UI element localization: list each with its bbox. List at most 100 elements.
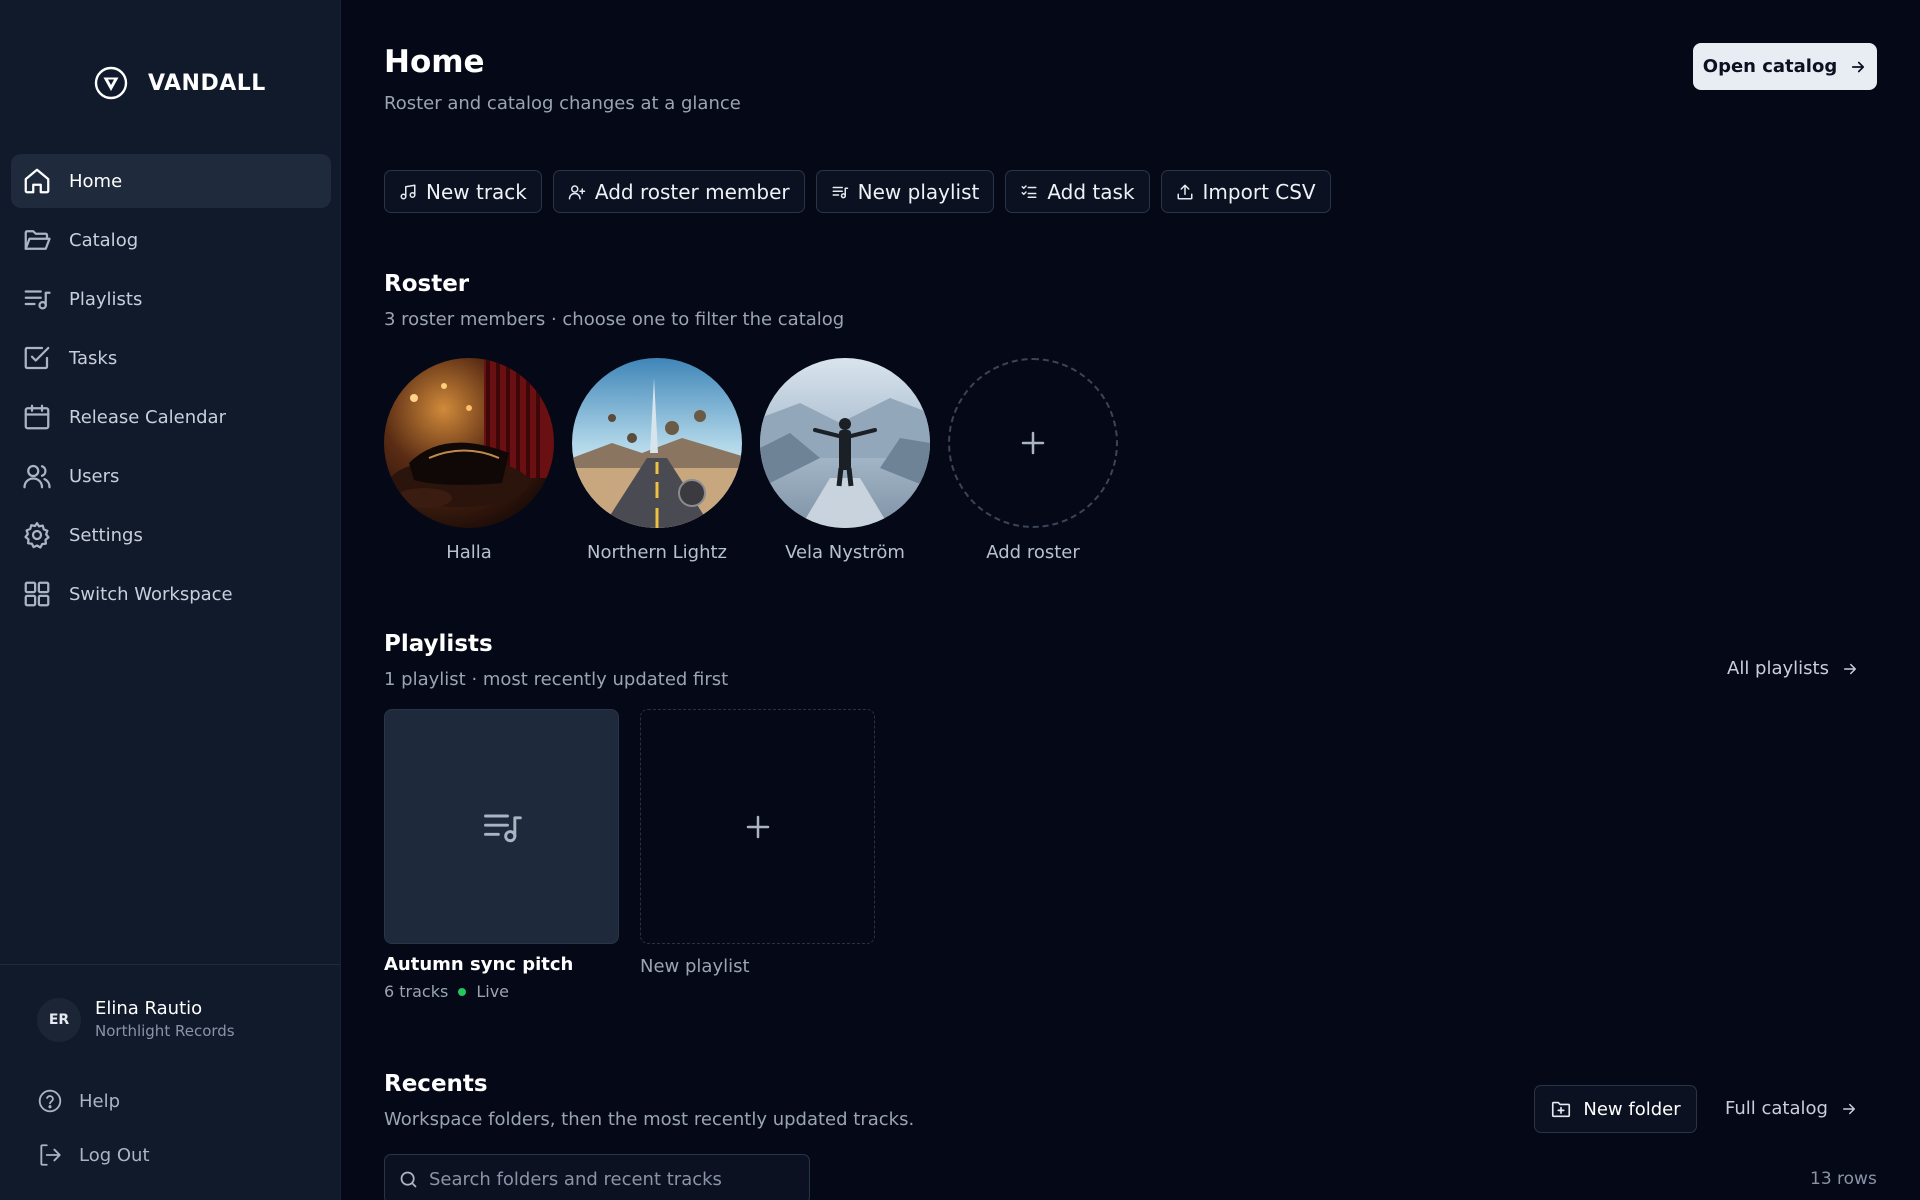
playlist-add-icon — [832, 186, 848, 198]
playlist-icon — [483, 814, 522, 842]
photo-mountain-figure — [760, 358, 930, 528]
sidebar-item-release-calendar[interactable]: Release Calendar — [11, 390, 331, 444]
upload-icon — [1177, 184, 1193, 199]
add-roster-label: Add roster — [986, 542, 1080, 563]
full-catalog-link[interactable]: Full catalog — [1725, 1098, 1858, 1119]
quick-actions: New track Add roster member New playlist… — [384, 170, 1331, 213]
arrow-right-icon — [1842, 1103, 1855, 1114]
new-track-label: New track — [426, 179, 527, 204]
sidebar: VANDALL Home Catalog Playlists Tasks Rel… — [0, 0, 341, 1200]
user-plus-icon — [568, 184, 586, 199]
sidebar-item-playlists[interactable]: Playlists — [11, 272, 331, 326]
music-note-icon — [400, 184, 416, 199]
arrow-right-icon — [1843, 663, 1856, 674]
page-title: Home — [384, 44, 485, 80]
sidebar-nav: Home Catalog Playlists Tasks Release Cal… — [11, 154, 331, 626]
sidebar-item-label: Catalog — [69, 229, 139, 251]
plus-icon — [746, 815, 769, 838]
sidebar-item-label: Users — [69, 465, 120, 487]
roster-member-vela-nystrom[interactable]: Vela Nyström — [760, 358, 930, 563]
page-subtitle: Roster and catalog changes at a glance — [384, 93, 741, 114]
arrow-right-icon — [1852, 61, 1865, 72]
sidebar-divider — [0, 964, 341, 965]
playlist-title[interactable]: Autumn sync pitch — [384, 954, 573, 975]
live-status-dot — [458, 987, 467, 996]
sidebar-item-label: Switch Workspace — [69, 583, 233, 605]
playlist-status: Live — [476, 982, 509, 1001]
sidebar-item-tasks[interactable]: Tasks — [11, 331, 331, 385]
new-folder-button[interactable]: New folder — [1534, 1085, 1697, 1133]
new-playlist-label: New playlist — [640, 956, 750, 977]
vandall-logo-icon — [94, 66, 128, 100]
roster-member-name: Vela Nyström — [785, 542, 905, 563]
photo-desert-road — [572, 358, 742, 528]
roster-member-name: Northern Lightz — [586, 542, 727, 563]
recents-subtitle: Workspace folders, then the most recentl… — [384, 1109, 915, 1130]
roster-avatar — [760, 358, 930, 528]
user-org: Northlight Records — [95, 1022, 235, 1040]
sidebar-item-users[interactable]: Users — [11, 449, 331, 503]
rows-count: 13 rows — [1810, 1169, 1877, 1189]
folder-plus-icon — [1552, 1101, 1571, 1118]
sidebar-item-label: Tasks — [69, 347, 118, 369]
playlists-title: Playlists — [384, 631, 493, 657]
add-task-label: Add task — [1047, 179, 1135, 204]
add-task-button[interactable]: Add task — [1005, 170, 1150, 213]
sidebar-item-label: Playlists — [69, 288, 143, 310]
logout-label: Log Out — [79, 1144, 150, 1166]
roster-subtitle: 3 roster members · choose one to filter … — [384, 309, 845, 330]
sidebar-item-settings[interactable]: Settings — [11, 508, 331, 562]
all-playlists-label: All playlists — [1727, 658, 1829, 679]
playlists-subtitle: 1 playlist · most recently updated first — [384, 669, 729, 690]
home-icon — [24, 168, 50, 194]
add-roster-circle — [948, 358, 1118, 528]
roster-list: Halla Northern Lightz Vela Nyström Add r… — [384, 358, 1118, 563]
search-icon — [400, 1171, 417, 1187]
roster-member-northern-lightz[interactable]: Northern Lightz — [572, 358, 742, 563]
sidebar-item-label: Settings — [69, 524, 143, 546]
playlist-track-count: 6 tracks — [384, 982, 449, 1001]
playlist-icon — [24, 290, 51, 310]
open-catalog-button[interactable]: Open catalog — [1693, 43, 1877, 90]
add-roster-button[interactable]: Add roster — [948, 358, 1118, 563]
brand-name: VANDALL — [148, 70, 266, 96]
help-circle-icon — [38, 1089, 62, 1113]
folder-open-icon — [24, 230, 51, 250]
playlist-card[interactable] — [384, 709, 619, 944]
roster-avatar — [572, 358, 742, 528]
logout-link[interactable]: Log Out — [37, 1142, 150, 1168]
user-profile[interactable]: ER Elina Rautio Northlight Records — [37, 998, 235, 1042]
roster-avatar — [384, 358, 554, 528]
main-content: Home Roster and catalog changes at a gla… — [384, 0, 1878, 1200]
recents-title: Recents — [384, 1071, 488, 1097]
user-info: Elina Rautio Northlight Records — [95, 998, 235, 1042]
full-catalog-label: Full catalog — [1725, 1098, 1828, 1119]
search-box — [384, 1154, 810, 1200]
gear-icon — [24, 522, 50, 549]
avatar: ER — [37, 998, 81, 1042]
sidebar-item-switch-workspace[interactable]: Switch Workspace — [11, 567, 331, 621]
new-playlist-card[interactable] — [640, 709, 875, 944]
all-playlists-link[interactable]: All playlists — [1727, 658, 1859, 679]
sidebar-item-catalog[interactable]: Catalog — [11, 213, 331, 267]
calendar-icon — [24, 404, 50, 430]
plus-icon — [1021, 431, 1045, 455]
users-icon — [23, 464, 51, 489]
roster-title: Roster — [384, 271, 470, 297]
add-roster-member-button[interactable]: Add roster member — [552, 170, 805, 213]
new-track-button[interactable]: New track — [384, 170, 542, 213]
help-link[interactable]: Help — [37, 1088, 120, 1114]
help-label: Help — [79, 1090, 121, 1112]
sidebar-item-home[interactable]: Home — [11, 154, 331, 208]
task-list-icon — [1021, 184, 1037, 198]
photo-piano-stage — [384, 358, 554, 528]
brand[interactable]: VANDALL — [94, 66, 266, 100]
add-roster-member-label: Add roster member — [594, 179, 790, 204]
new-playlist-button[interactable]: New playlist — [815, 170, 995, 213]
logout-icon — [40, 1144, 61, 1166]
playlist-meta: 6 tracks Live — [384, 982, 509, 1001]
user-name: Elina Rautio — [95, 998, 203, 1019]
search-input[interactable] — [429, 1168, 809, 1190]
roster-member-halla[interactable]: Halla — [384, 358, 554, 563]
import-csv-button[interactable]: Import CSV — [1160, 170, 1331, 213]
